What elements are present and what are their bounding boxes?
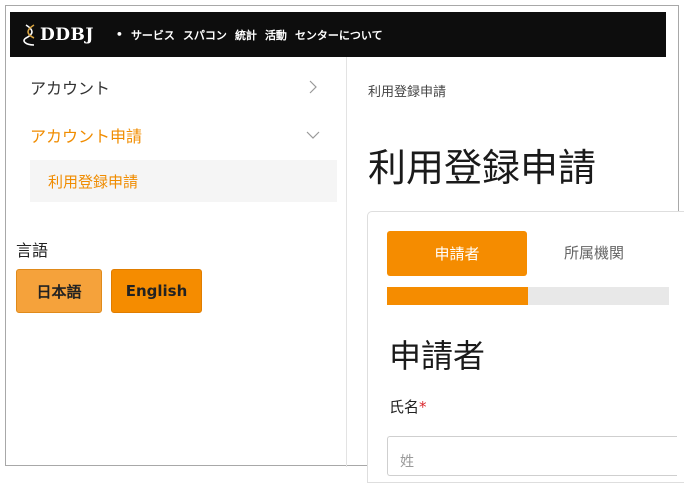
progress-bar xyxy=(387,287,669,305)
name-field-label: 氏名* xyxy=(389,396,427,417)
sidebar-item-label: アカウント申請 xyxy=(30,127,143,146)
sidebar-item-account[interactable]: アカウント xyxy=(10,65,346,109)
nav-services[interactable]: サービス xyxy=(131,27,175,43)
sidebar-subitem-label: 利用登録申請 xyxy=(48,172,139,191)
name-label-text: 氏名 xyxy=(389,398,420,416)
ddbj-logo[interactable]: DDBJ xyxy=(22,23,94,46)
language-english-button[interactable]: English xyxy=(111,269,202,313)
tab-applicant[interactable]: 申請者 xyxy=(387,231,527,276)
progress-bar-fill xyxy=(387,287,528,305)
nav-supercomputer[interactable]: スパコン xyxy=(183,27,227,43)
nav-about-center[interactable]: センターについて xyxy=(295,27,383,43)
nav-bullet: • xyxy=(115,28,123,41)
top-nav-bar: DDBJ • サービス スパコン 統計 活動 センターについて xyxy=(10,12,666,57)
language-label: 言語 xyxy=(16,241,49,260)
nav-statistics[interactable]: 統計 xyxy=(235,27,257,43)
sidebar-item-account-application[interactable]: アカウント申請 xyxy=(10,113,346,157)
registration-form-card: 申請者 所属機関 申請者 氏名* xyxy=(367,211,684,483)
sidebar-item-label: アカウント xyxy=(30,79,111,98)
logo-text: DDBJ xyxy=(40,24,94,45)
last-name-input[interactable] xyxy=(387,436,677,476)
required-mark: * xyxy=(419,398,427,416)
breadcrumb: 利用登録申請 xyxy=(368,85,447,100)
language-japanese-button[interactable]: 日本語 xyxy=(16,269,102,313)
sidebar: アカウント アカウント申請 利用登録申請 言語 日本語 English xyxy=(10,57,346,465)
nav-activities[interactable]: 活動 xyxy=(265,27,287,43)
chevron-right-icon xyxy=(309,80,317,94)
section-title: 申請者 xyxy=(389,337,486,375)
tab-affiliation[interactable]: 所属機関 xyxy=(564,242,624,263)
page-title: 利用登録申請 xyxy=(368,146,597,190)
main-content: 利用登録申請 利用登録申請 申請者 所属機関 申請者 氏名* xyxy=(347,57,684,483)
sidebar-subitem-registration[interactable]: 利用登録申請 xyxy=(30,160,337,202)
chevron-down-icon xyxy=(306,131,320,139)
dna-helix-icon xyxy=(23,23,35,46)
main-nav: • サービス スパコン 統計 活動 センターについて xyxy=(116,27,391,43)
